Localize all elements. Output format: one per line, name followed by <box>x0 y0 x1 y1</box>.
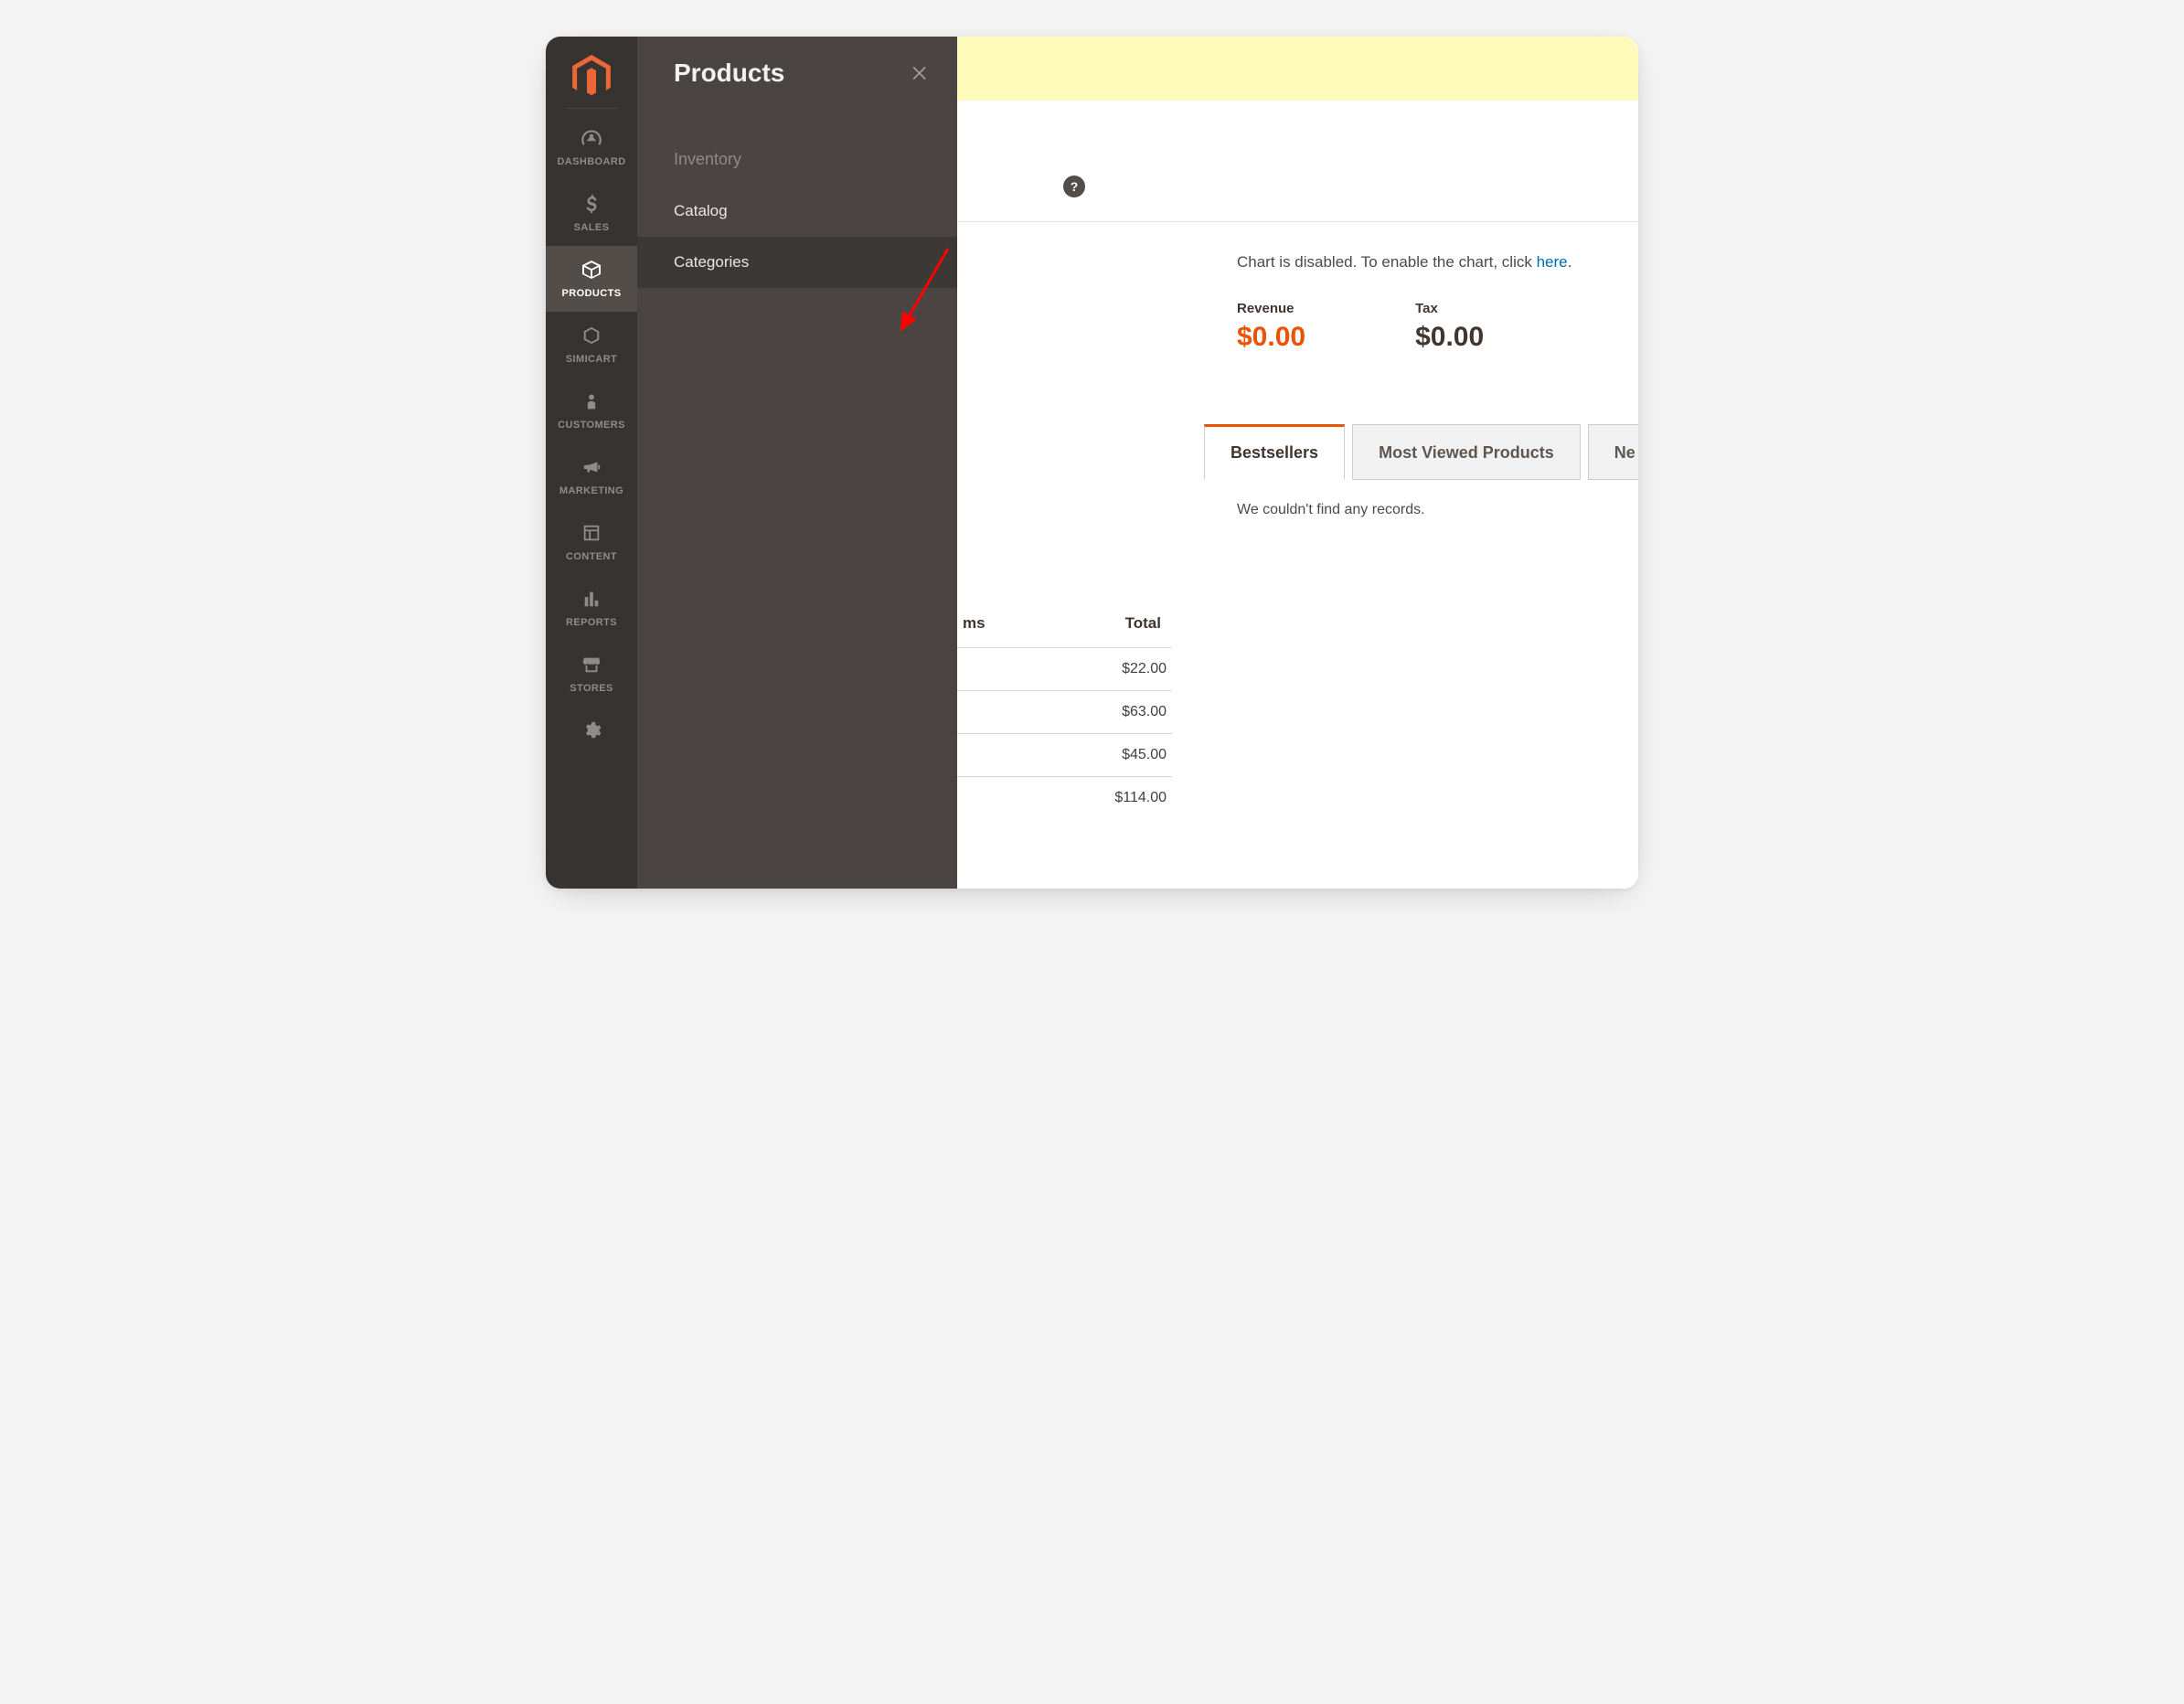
stat-label: Revenue <box>1237 301 1305 316</box>
nav-item-customers[interactable]: CUSTOMERS <box>546 378 637 443</box>
nav-item-simicart[interactable]: SIMICART <box>546 312 637 378</box>
nav-label: SIMICART <box>566 354 617 365</box>
cell-total: $114.00 <box>1114 790 1167 806</box>
storefront-icon <box>579 652 604 677</box>
layout-icon <box>579 520 604 546</box>
nav-item-products[interactable]: PRODUCTS <box>546 246 637 312</box>
stat-revenue: Revenue $0.00 <box>1237 301 1305 353</box>
chart-msg-suffix: . <box>1568 253 1572 271</box>
orders-table: ms Total $22.00 $63.00 $45.00 $114.00 <box>957 605 1172 819</box>
products-submenu: Products Inventory Catalog Categories <box>637 37 957 889</box>
logo-divider <box>566 108 617 109</box>
bar-chart-icon <box>579 586 604 612</box>
nav-item-dashboard[interactable]: DASHBOARD <box>546 114 637 180</box>
tab-bestsellers[interactable]: Bestsellers <box>1204 424 1345 480</box>
tab-empty-message: We couldn't find any records. <box>957 480 1638 518</box>
stat-tax: Tax $0.00 <box>1415 301 1484 353</box>
submenu-title: Products <box>674 59 784 88</box>
submenu-section-inventory: Inventory <box>637 143 957 173</box>
tab-new[interactable]: Ne <box>1588 424 1638 480</box>
stat-value: $0.00 <box>1237 322 1305 353</box>
nav-item-sales[interactable]: SALES <box>546 180 637 246</box>
chart-msg-text: Chart is disabled. To enable the chart, … <box>1237 253 1537 271</box>
app-window: DASHBOARD SALES PRODUCTS SIMICART CUSTOM… <box>546 37 1638 889</box>
cell-total: $63.00 <box>1122 704 1167 720</box>
close-icon[interactable] <box>910 62 932 84</box>
scope-row: ? <box>957 101 1638 221</box>
box-icon <box>579 257 604 282</box>
nav-item-stores[interactable]: STORES <box>546 641 637 707</box>
stats-row: Revenue $0.00 Tax $0.00 <box>957 272 1638 353</box>
tab-most-viewed[interactable]: Most Viewed Products <box>1352 424 1581 480</box>
side-nav: DASHBOARD SALES PRODUCTS SIMICART CUSTOM… <box>546 37 637 889</box>
nav-item-reports[interactable]: REPORTS <box>546 575 637 641</box>
gauge-icon <box>579 125 604 151</box>
table-row[interactable]: $22.00 <box>957 647 1172 690</box>
cell-total: $22.00 <box>1122 661 1167 677</box>
table-header: ms Total <box>957 605 1172 647</box>
megaphone-icon <box>579 454 604 480</box>
tabs: Bestsellers Most Viewed Products Ne <box>957 353 1638 480</box>
chart-disabled-message: Chart is disabled. To enable the chart, … <box>957 222 1638 272</box>
hexagon-icon <box>579 323 604 348</box>
dollar-icon <box>579 191 604 217</box>
nav-item-system[interactable] <box>546 707 637 743</box>
magento-logo[interactable] <box>572 55 611 99</box>
stat-label: Tax <box>1415 301 1484 316</box>
col-total: Total <box>1125 614 1167 633</box>
nav-label: MARKETING <box>559 485 623 496</box>
cell-total: $45.00 <box>1122 747 1167 763</box>
nav-label: CUSTOMERS <box>558 420 625 431</box>
nav-item-marketing[interactable]: MARKETING <box>546 443 637 509</box>
nav-label: REPORTS <box>566 617 617 628</box>
gear-icon <box>579 718 604 743</box>
main-content: ? Chart is disabled. To enable the chart… <box>957 37 1638 889</box>
stat-value: $0.00 <box>1415 322 1484 353</box>
submenu-item-catalog[interactable]: Catalog <box>637 186 957 237</box>
help-icon[interactable]: ? <box>1063 176 1085 197</box>
table-row[interactable]: $63.00 <box>957 690 1172 733</box>
nav-label: PRODUCTS <box>562 288 622 299</box>
nav-label: DASHBOARD <box>557 156 625 167</box>
submenu-header: Products <box>637 37 957 110</box>
table-row[interactable]: $114.00 <box>957 776 1172 819</box>
notification-bar <box>957 37 1638 101</box>
chart-enable-link[interactable]: here <box>1537 253 1568 271</box>
nav-item-content[interactable]: CONTENT <box>546 509 637 575</box>
submenu-item-categories[interactable]: Categories <box>637 237 957 288</box>
nav-label: STORES <box>570 683 613 694</box>
nav-label: CONTENT <box>566 551 617 562</box>
person-icon <box>579 389 604 414</box>
col-items-partial: ms <box>963 614 985 633</box>
nav-label: SALES <box>574 222 610 233</box>
table-row[interactable]: $45.00 <box>957 733 1172 776</box>
